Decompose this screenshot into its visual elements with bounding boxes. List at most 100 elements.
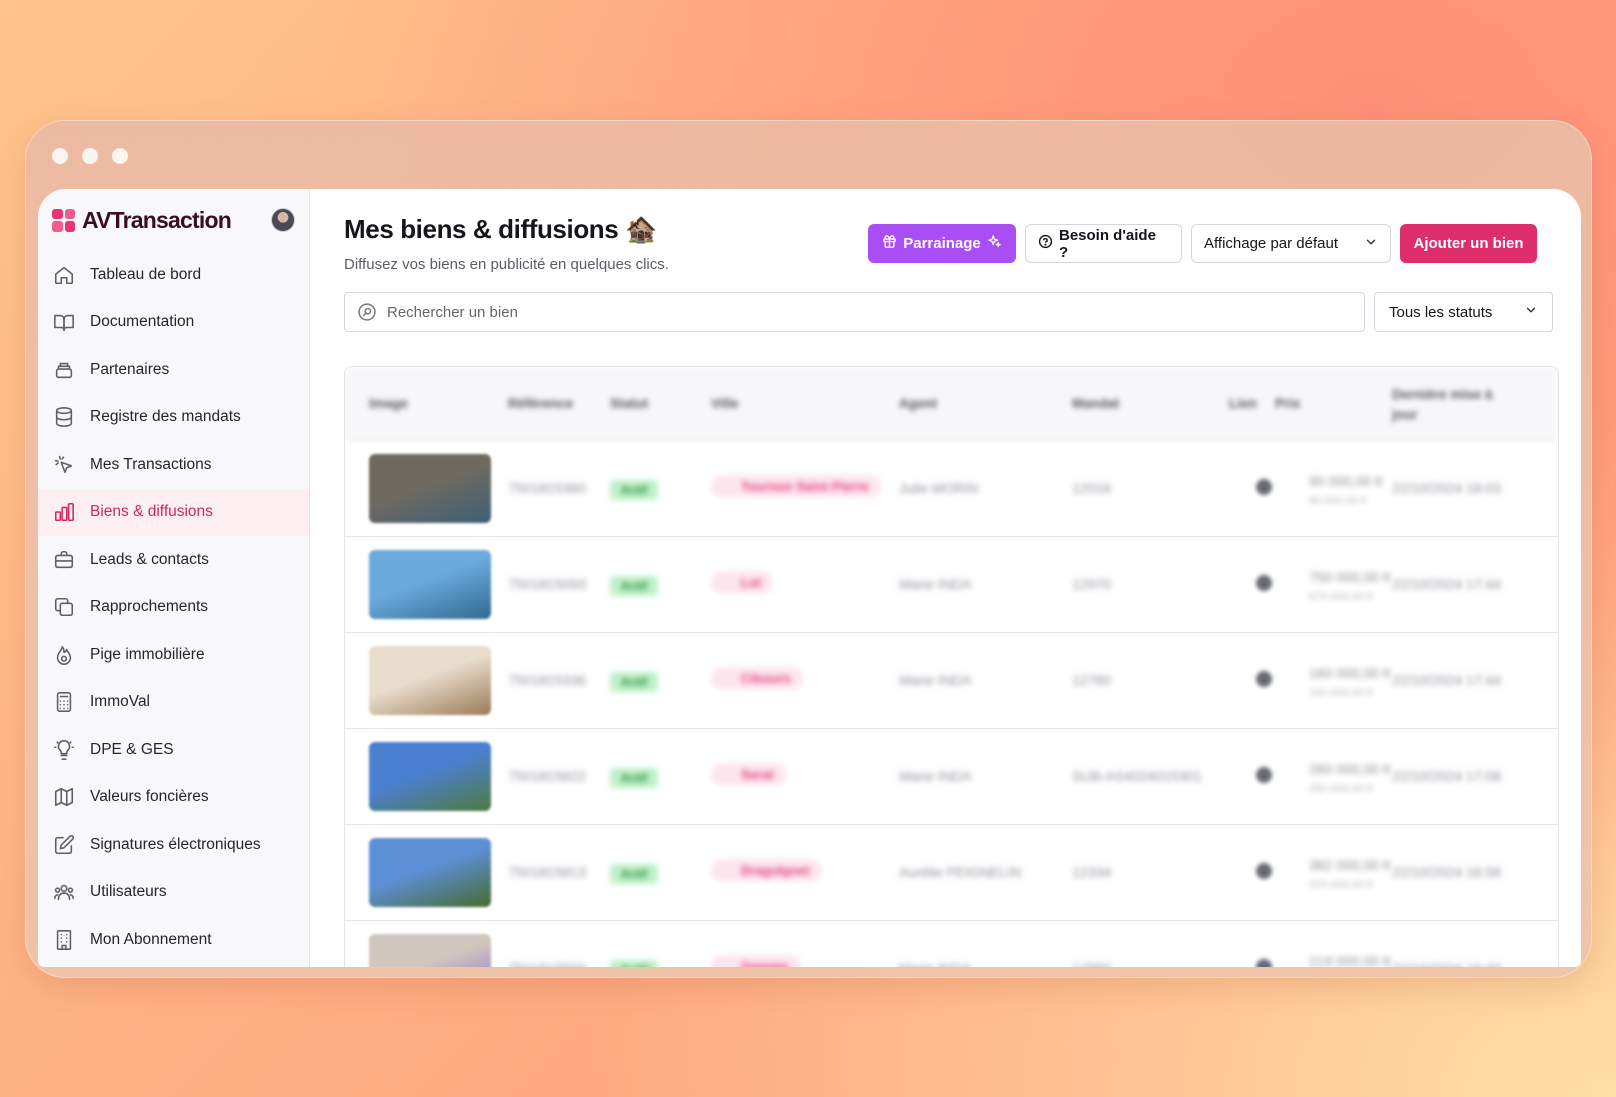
sidebar-item-label: DPE & GES — [90, 740, 174, 758]
sparkles-icon — [987, 234, 1002, 253]
briefcase-icon — [52, 548, 76, 572]
column-header-lien[interactable]: Lien — [1229, 396, 1257, 411]
sidebar-item-label: Registre des mandats — [90, 408, 241, 426]
price-cell: 260 000,00 € 250 000,00 € — [1309, 759, 1391, 799]
price-value: 90 000,00 € — [1309, 473, 1383, 489]
column-header-statut[interactable]: Statut — [610, 396, 648, 411]
price-cell: 160 000,00 € 150 000,00 € — [1309, 663, 1391, 703]
price-cell: 750 000,00 € 670 000,00 € — [1309, 567, 1391, 607]
sidebar-item-signatures-electroniques[interactable]: Signatures électroniques — [38, 821, 309, 869]
sidebar-item-label: Valeurs foncières — [90, 788, 209, 806]
sidebar-item-utilisateurs[interactable]: Utilisateurs — [38, 869, 309, 917]
city-badge: Gemme — [711, 955, 801, 967]
window-maximize-dot[interactable] — [112, 148, 128, 164]
add-property-button[interactable]: Ajouter un bien — [1400, 224, 1537, 263]
sidebar-item-rapprochements[interactable]: Rapprochements — [38, 584, 309, 632]
agent-name: Aurélie PEIGNELIN — [899, 864, 1022, 880]
sidebar-item-valeurs-foncieres[interactable]: Valeurs foncières — [38, 774, 309, 822]
property-thumbnail[interactable] — [369, 646, 491, 715]
price-value: 160 000,00 € — [1309, 665, 1391, 681]
link-icon[interactable] — [1256, 671, 1272, 687]
view-mode-select[interactable]: Affichage par défaut — [1191, 224, 1391, 263]
sidebar-item-documentation[interactable]: Documentation — [38, 299, 309, 347]
property-thumbnail[interactable] — [369, 934, 491, 967]
city-badge: Cibourn — [711, 667, 803, 689]
sidebar-item-label: Partenaires — [90, 360, 170, 378]
agent-name: Julie MORIN — [899, 480, 979, 496]
table-row[interactable]: 7501815360 Actif Tournon Saint Pierre Julie… — [345, 441, 1558, 537]
property-reference: 7501815336 — [508, 672, 586, 688]
sidebar-item-dpe-ges[interactable]: DPE & GES — [38, 726, 309, 774]
sidebar-item-label: Pige immobilière — [90, 645, 205, 663]
help-circle-icon — [1038, 234, 1053, 253]
sidebar-item-label: ImmoVal — [90, 693, 151, 711]
column-header-prix[interactable]: Prix — [1275, 396, 1301, 411]
price-previous: 150 000,00 € — [1309, 687, 1374, 699]
sidebar-item-partenaires[interactable]: Partenaires — [38, 346, 309, 394]
sidebar-nav: Tableau de bord Documentation Partenaires R… — [38, 251, 309, 964]
property-reference: 7501815622 — [508, 768, 586, 784]
lightbulb-icon — [52, 738, 76, 762]
mandate-number: 12780 — [1072, 672, 1111, 688]
price-previous: 250 000,00 € — [1309, 783, 1374, 795]
link-icon[interactable] — [1256, 959, 1272, 967]
sidebar-item-registre-des-mandats[interactable]: Registre des mandats — [38, 394, 309, 442]
column-header-derniere-mise-a-jour[interactable]: Dernière mise à jour — [1392, 385, 1512, 425]
sidebar-item-immoval[interactable]: ImmoVal — [38, 679, 309, 727]
property-thumbnail[interactable] — [369, 454, 491, 523]
page-subtitle: Diffusez vos biens en publicité en quelq… — [344, 256, 669, 273]
column-header-reference[interactable]: Référence — [508, 396, 573, 411]
property-thumbnail[interactable] — [369, 550, 491, 619]
link-icon[interactable] — [1256, 767, 1272, 783]
window-close-dot[interactable] — [52, 148, 68, 164]
table-row[interactable]: 7501815093 Actif Lot Marie INDA 12970 750 000… — [345, 537, 1558, 633]
status-badge: Actif — [610, 576, 658, 596]
link-icon[interactable] — [1256, 575, 1272, 591]
sidebar-item-mes-transactions[interactable]: Mes Transactions — [38, 441, 309, 489]
home-icon — [52, 263, 76, 287]
column-header-mandat[interactable]: Mandat — [1072, 396, 1119, 411]
chevron-down-icon — [1524, 303, 1538, 321]
pen-square-icon — [52, 833, 76, 857]
sidebar-item-tableau-de-bord[interactable]: Tableau de bord — [38, 251, 309, 299]
agent-name: Marie INDA — [899, 576, 972, 592]
sidebar-item-biens-diffusions[interactable]: Biens & diffusions — [38, 488, 309, 536]
table-header: Image Référence Statut Ville Agent Mandat Lien… — [345, 367, 1558, 441]
table-row[interactable]: 7501815336 Actif Cibourn Marie INDA 12780 160… — [345, 633, 1558, 729]
column-header-image[interactable]: Image — [369, 396, 408, 411]
property-thumbnail[interactable] — [369, 838, 491, 907]
sidebar-item-label: Mon Abonnement — [90, 930, 212, 948]
view-mode-value: Affichage par défaut — [1204, 235, 1338, 252]
mandate-number: 12016 — [1072, 480, 1111, 496]
property-search[interactable] — [344, 292, 1365, 332]
agent-name: Marie INDA — [899, 768, 972, 784]
status-filter-select[interactable]: Tous les statuts — [1374, 292, 1553, 332]
column-header-agent[interactable]: Agent — [899, 396, 937, 411]
property-thumbnail[interactable] — [369, 742, 491, 811]
table-row[interactable]: 7501815500 Actif Gemme Marie INDA 12960 219 0… — [345, 921, 1558, 967]
table-row[interactable]: 7501815622 Actif Sarat Marie INDA SUB-AS4024… — [345, 729, 1558, 825]
window-minimize-dot[interactable] — [82, 148, 98, 164]
search-input[interactable] — [387, 303, 1287, 321]
sidebar-item-pige-immobiliere[interactable]: Pige immobilière — [38, 631, 309, 679]
brand-name[interactable]: AVTransaction — [82, 207, 232, 234]
link-icon[interactable] — [1256, 863, 1272, 879]
search-icon — [357, 302, 377, 322]
window-controls — [52, 148, 128, 164]
link-icon[interactable] — [1256, 479, 1272, 495]
table-row[interactable]: 7501815813 Actif Dragulgnet Aurélie PEIGNEL… — [345, 825, 1558, 921]
help-button[interactable]: Besoin d'aide ? — [1025, 224, 1182, 263]
avatar[interactable] — [271, 208, 295, 232]
referral-button[interactable]: Parrainage — [868, 224, 1016, 263]
mandate-number: SUB-AS4024015301 — [1072, 768, 1202, 784]
browser-window: AVTransaction Tableau de bord Documentati… — [25, 120, 1592, 978]
sidebar-item-leads-contacts[interactable]: Leads & contacts — [38, 536, 309, 584]
sidebar-item-label: Utilisateurs — [90, 883, 167, 901]
city-badge: Lot — [711, 571, 774, 593]
sidebar-item-mon-abonnement[interactable]: Mon Abonnement — [38, 916, 309, 964]
last-updated: 22/10/2024 18:03 — [1392, 480, 1501, 496]
column-header-ville[interactable]: Ville — [711, 396, 739, 411]
layers-icon — [52, 358, 76, 382]
property-reference: 7501815813 — [508, 864, 586, 880]
main-content: Mes biens & diffusions 🏚️ Diffusez vos b… — [310, 189, 1581, 967]
